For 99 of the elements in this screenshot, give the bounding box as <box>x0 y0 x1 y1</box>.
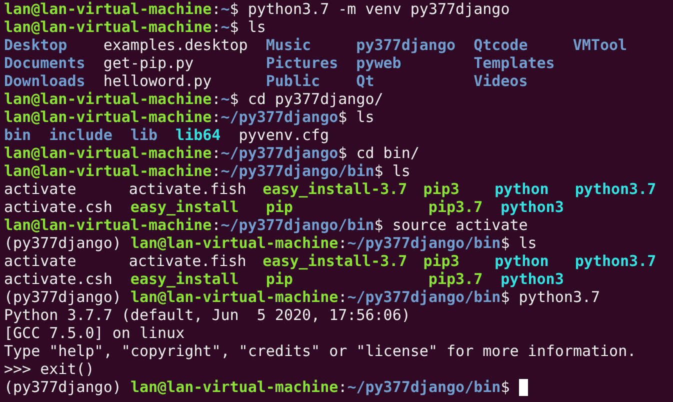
prompt-path: ~/py377django/bin <box>220 162 374 180</box>
command-text: cd py377django/ <box>248 90 384 108</box>
directory-name: Downloads <box>4 72 86 90</box>
prompt-symbol: $ <box>338 144 348 162</box>
prompt-symbol: $ <box>338 108 348 126</box>
file-name: pip3 <box>423 252 460 270</box>
prompt-separator: : <box>338 288 348 306</box>
directory-name: py377django <box>356 36 456 54</box>
env-label: (py377django) <box>4 378 122 396</box>
prompt-symbol: $ <box>500 288 510 306</box>
file-name: activate.fish <box>128 252 246 270</box>
prompt-path: ~/py377django/bin <box>347 378 501 396</box>
user-host: lan@lan-virtual-machine <box>4 162 212 180</box>
prompt-separator: : <box>338 378 348 396</box>
directory-name: Templates <box>474 54 555 72</box>
directory-name: pyweb <box>356 54 402 72</box>
prompt-separator: : <box>212 90 221 108</box>
file-name: easy_install <box>130 270 239 288</box>
file-name: activate.csh <box>4 270 112 288</box>
user-host: lan@lan-virtual-machine <box>130 234 338 252</box>
file-name: python <box>494 180 549 198</box>
prompt-separator: : <box>212 0 221 18</box>
output-text: >>> exit() <box>4 360 94 378</box>
user-host: lan@lan-virtual-machine <box>4 216 212 234</box>
file-name: activate.csh <box>4 198 112 216</box>
prompt-path: ~/py377django/bin <box>347 234 501 252</box>
command-text: python3.7 <box>518 288 600 306</box>
directory-name: include <box>49 126 112 144</box>
output-text: Python 3.7.7 (default, Jun 5 2020, 17:56:06) <box>4 306 410 324</box>
prompt-path: ~/py377django <box>220 108 338 126</box>
env-label: (py377django) <box>4 234 122 252</box>
user-host: lan@lan-virtual-machine <box>130 288 338 306</box>
user-host: lan@lan-virtual-machine <box>130 378 338 396</box>
file-name: activate <box>4 180 76 198</box>
file-name: activate.fish <box>128 180 246 198</box>
file-name: activate <box>4 252 76 270</box>
user-host: lan@lan-virtual-machine <box>4 144 212 162</box>
prompt-path: ~/py377django <box>220 144 338 162</box>
prompt-separator: : <box>212 144 221 162</box>
prompt-symbol: $ <box>374 162 384 180</box>
command-text: source activate <box>392 216 528 234</box>
command-text: cd bin/ <box>356 144 420 162</box>
directory-name: Qt <box>356 72 374 90</box>
file-name: pip3.7 <box>428 270 483 288</box>
prompt-separator: : <box>338 234 348 252</box>
directory-name: Videos <box>474 72 528 90</box>
user-host: lan@lan-virtual-machine <box>4 0 212 18</box>
output-text: [GCC 7.5.0] on linux <box>4 324 185 342</box>
prompt-path: ~/py377django/bin <box>220 216 374 234</box>
prompt-path: ~ <box>220 0 230 18</box>
directory-name: VMTool <box>572 36 628 54</box>
file-name: pip <box>266 198 293 216</box>
prompt-symbol: $ <box>500 234 510 252</box>
file-name: python3.7 <box>574 252 656 270</box>
file-name: python3.7 <box>574 180 656 198</box>
file-name: python <box>494 252 549 270</box>
command-text: ls <box>248 18 266 36</box>
file-name: python3 <box>500 198 564 216</box>
prompt-symbol: $ <box>230 18 239 36</box>
file-name: python3 <box>500 270 564 288</box>
file-name: helloword.py <box>103 72 212 90</box>
prompt-symbol: $ <box>230 0 239 18</box>
env-label: (py377django) <box>4 288 122 306</box>
prompt-path: ~ <box>220 18 230 36</box>
command-text: ls <box>356 108 374 126</box>
file-name: pyvenv.cfg <box>238 126 330 144</box>
directory-name: Pictures <box>266 54 338 72</box>
prompt-path: ~/py377django/bin <box>347 288 501 306</box>
prompt-separator: : <box>212 162 221 180</box>
prompt-symbol: $ <box>500 378 510 396</box>
command-text: ls <box>392 162 410 180</box>
user-host: lan@lan-virtual-machine <box>4 108 212 126</box>
file-name: lib64 <box>176 126 221 144</box>
directory-name: lib <box>130 126 158 144</box>
file-name: easy_install <box>130 198 239 216</box>
directory-name: Public <box>266 72 320 90</box>
file-name: easy_install-3.7 <box>262 180 408 198</box>
file-name: get-pip.py <box>103 54 194 72</box>
user-host: lan@lan-virtual-machine <box>4 90 212 108</box>
prompt-separator: : <box>212 108 221 126</box>
file-name: pip3 <box>423 180 460 198</box>
directory-name: Music <box>266 36 312 54</box>
user-host: lan@lan-virtual-machine <box>4 18 212 36</box>
prompt-separator: : <box>212 216 221 234</box>
prompt-separator: : <box>212 18 221 36</box>
output-text: Type "help", "copyright", "credits" or "license" for more information. <box>4 342 636 360</box>
file-name: easy_install-3.7 <box>262 252 408 270</box>
command-text: python3.7 -m venv py377django <box>248 0 510 18</box>
command-text: ls <box>518 234 537 252</box>
prompt-path: ~ <box>220 90 230 108</box>
file-name: pip3.7 <box>428 198 483 216</box>
file-name: examples.desktop <box>103 36 248 54</box>
directory-name: Qtcode <box>474 36 528 54</box>
prompt-symbol: $ <box>374 216 384 234</box>
prompt-symbol: $ <box>230 90 239 108</box>
directory-name: Desktop <box>4 36 68 54</box>
directory-name: Documents <box>4 54 86 72</box>
file-name: pip <box>266 270 293 288</box>
directory-name: bin <box>4 126 32 144</box>
